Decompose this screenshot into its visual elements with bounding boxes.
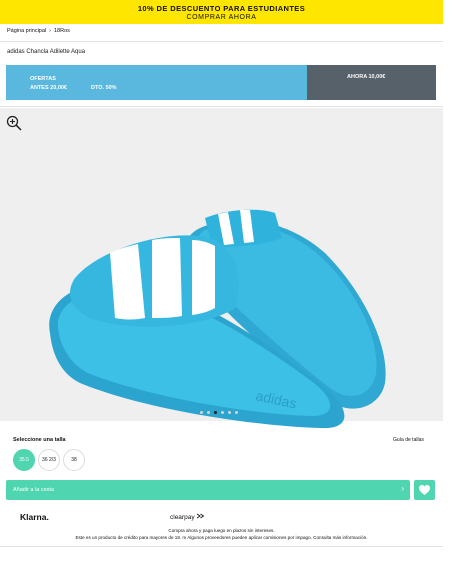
size-option[interactable]: 36 2/3 [38,449,60,471]
breadcrumb-current[interactable]: 18Ros [54,28,70,34]
gallery-dot[interactable] [221,411,224,414]
klarna-logo: Klarna. [20,512,49,522]
promo-link[interactable]: COMPRAR AHORA [0,13,443,22]
add-to-cart-button[interactable]: Añadir a la cesta › [6,480,410,500]
clearpay-icon [197,513,205,519]
gallery-dot[interactable] [235,411,238,414]
wishlist-button[interactable] [414,480,435,500]
clearpay-logo: clearpay [170,513,205,521]
gallery-dot[interactable] [207,411,210,414]
breadcrumb-home[interactable]: Página principal [7,28,46,34]
add-to-cart-label: Añadir a la cesta [13,487,54,493]
gallery-dot[interactable] [200,411,203,414]
size-guide-link[interactable]: Guía de tallas [393,437,424,443]
divider [0,106,443,107]
credit-note: Este es un producto de crédito para mayo… [75,535,368,540]
product-image: adidas [49,209,386,428]
offers-label: OFERTAS [30,76,56,82]
product-name: adidas Chancla Adilette Aqua [7,49,86,55]
breadcrumb: Página principal › 18Ros [7,28,70,34]
size-title: Seleccione una talla [13,437,66,443]
heart-icon [419,485,430,495]
zoom-icon[interactable] [6,115,22,131]
gallery-dot[interactable] [228,411,231,414]
chevron-right-icon: › [401,484,404,493]
payment-note: Compra ahora y paga luego en plazos sin … [168,528,275,533]
clearpay-label: clearpay [170,514,195,521]
price-discount: DTO. 50% [91,85,117,91]
price-before: ANTES 20,00€ [30,85,67,91]
size-options: 35.5 36 2/3 38 [13,449,85,471]
price-offer-panel: OFERTAS ANTES 20,00€ DTO. 50% [6,65,307,100]
product-gallery[interactable]: adidas [0,108,443,428]
size-option-selected[interactable]: 35.5 [13,449,35,471]
price-now-panel: AHORA 10,00€ [307,65,436,100]
promo-banner[interactable]: 10% DE DESCUENTO PARA ESTUDIANTES COMPRA… [0,0,443,24]
gallery-pagination [200,411,238,414]
promo-title: 10% DE DESCUENTO PARA ESTUDIANTES [137,4,306,13]
divider [0,546,443,547]
breadcrumb-separator: › [49,28,51,34]
price-block: OFERTAS ANTES 20,00€ DTO. 50% AHORA 10,0… [6,65,436,100]
divider [0,41,443,42]
price-now: AHORA 10,00€ [347,74,386,80]
gallery-dot-active[interactable] [214,411,217,414]
size-option[interactable]: 38 [63,449,85,471]
